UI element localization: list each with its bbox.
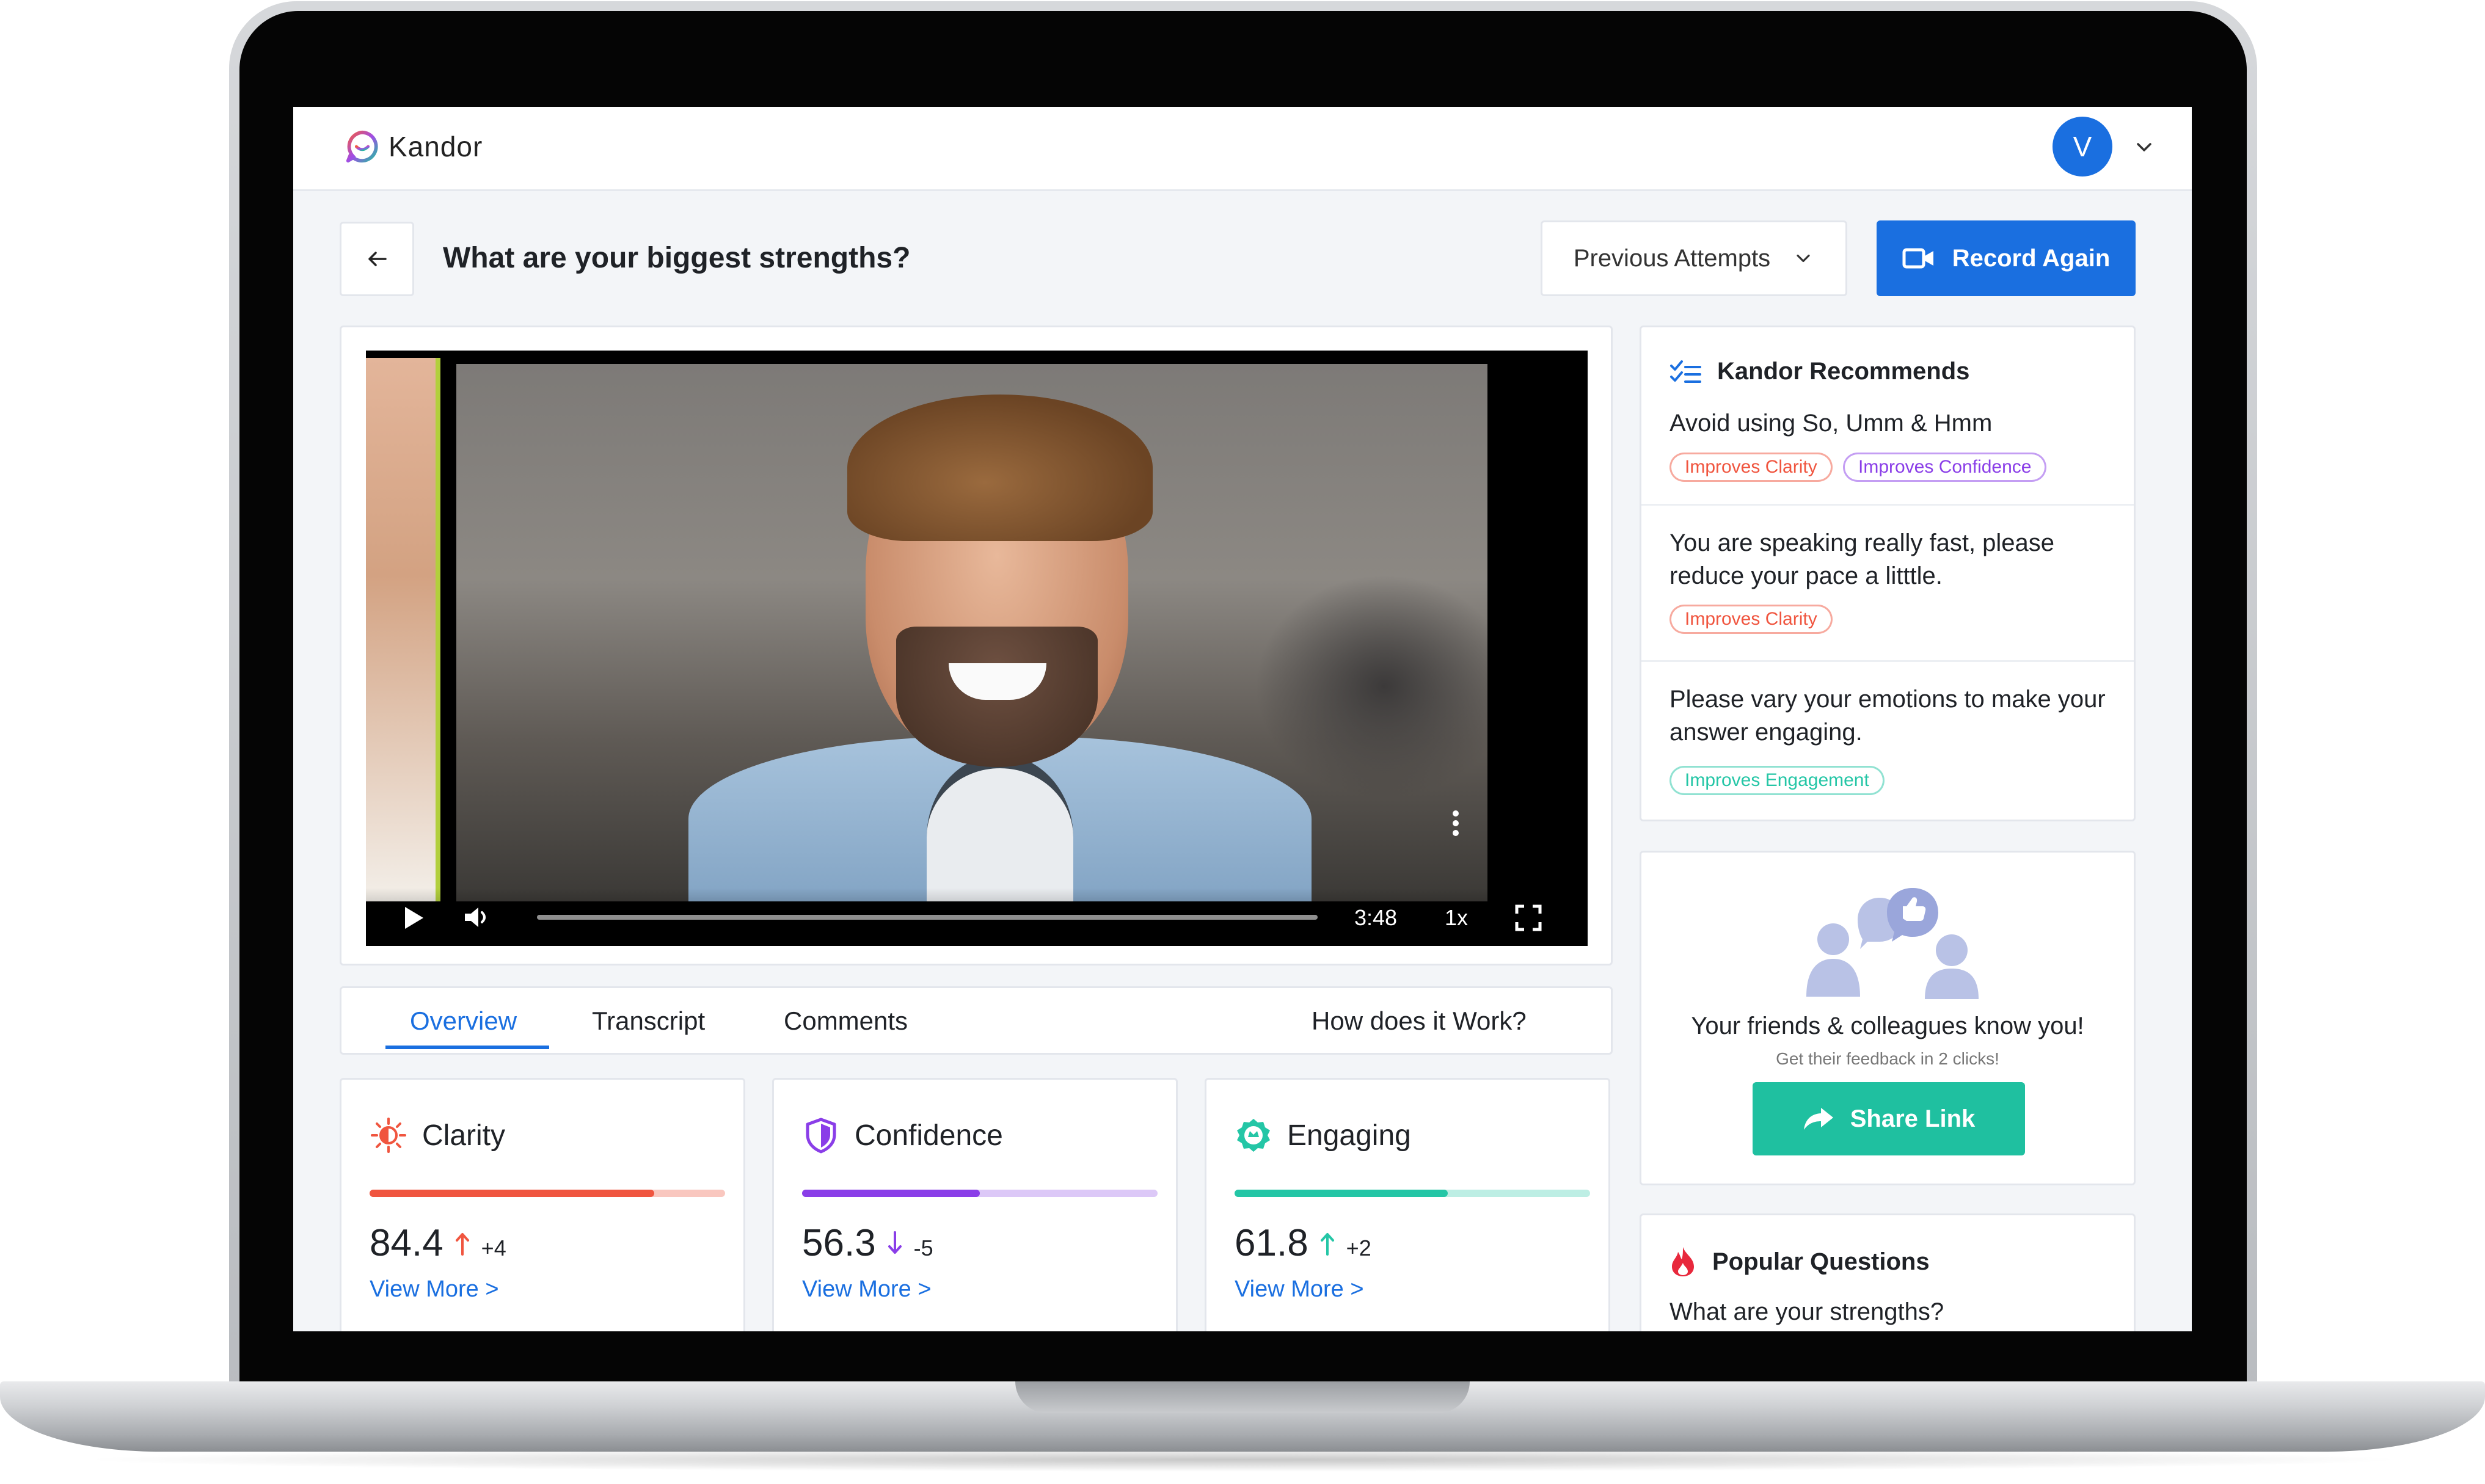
popular-questions-card: Popular Questions What are your strength… [1640, 1213, 2136, 1331]
video-side-frame [366, 358, 440, 901]
tag-pill: Improves Clarity [1669, 453, 1833, 482]
metric-score: 61.8 [1235, 1222, 1308, 1264]
metric-bar [802, 1190, 1158, 1197]
laptop-notch [1015, 1381, 1470, 1413]
previous-attempts-dropdown[interactable]: Previous Attempts [1541, 220, 1847, 296]
chevron-down-icon[interactable] [2132, 135, 2156, 159]
play-icon[interactable] [403, 906, 425, 930]
metric-bar-fill [1235, 1190, 1448, 1197]
recommendation-item: Please vary your emotions to make your a… [1641, 662, 2134, 820]
app-name: Kandor [389, 131, 483, 162]
record-again-label: Record Again [1952, 244, 2111, 272]
active-tab-indicator [385, 1046, 549, 1049]
metric-name: Engaging [1287, 1119, 1411, 1152]
video-camera-icon [1902, 248, 1933, 269]
share-arrow-icon [1803, 1108, 1833, 1130]
popular-questions-title: Popular Questions [1712, 1248, 1930, 1275]
fire-icon [1672, 1247, 1694, 1276]
volume-icon[interactable] [464, 905, 493, 929]
metric-name: Clarity [422, 1119, 506, 1152]
metric-score: 84.4 [370, 1222, 443, 1264]
metric-delta: +4 [481, 1235, 506, 1260]
recommendations-card: Kandor Recommends Avoid using So, Umm & … [1640, 326, 2136, 821]
previous-attempts-label: Previous Attempts [1573, 244, 1771, 272]
trend-up-icon [455, 1233, 469, 1256]
video-frame-person [456, 364, 1487, 901]
popular-question-item[interactable]: What are your strengths? [1669, 1298, 1944, 1326]
metric-bar [370, 1190, 725, 1197]
record-again-button[interactable]: Record Again [1877, 220, 2136, 296]
share-link-label: Share Link [1850, 1105, 1976, 1132]
video-player[interactable]: 3:48 1x [366, 351, 1588, 946]
trend-up-icon [1320, 1233, 1334, 1256]
metric-card-confidence: Confidence 56.3 -5 View More > [772, 1078, 1178, 1331]
tag-pill: Improves Clarity [1669, 605, 1833, 634]
trend-down-icon [888, 1231, 902, 1254]
video-time: 3:48 [1354, 905, 1398, 930]
fullscreen-icon[interactable] [1514, 904, 1542, 932]
clarity-icon [371, 1118, 406, 1153]
recommendation-item: You are speaking really fast, please red… [1641, 506, 2134, 662]
metric-card-clarity: Clarity 84.4 +4 View More > [340, 1078, 745, 1331]
metric-name: Confidence [855, 1119, 1003, 1152]
tab-overview[interactable]: Overview [410, 1006, 517, 1036]
video-controls: 3:48 1x [366, 888, 1588, 946]
metric-delta: -5 [913, 1235, 933, 1260]
metric-bar-fill [802, 1190, 980, 1197]
tab-how-does-it-work[interactable]: How does it Work? [1312, 1006, 1527, 1036]
arrow-left-icon [368, 252, 387, 266]
kandor-logo-icon [346, 130, 378, 163]
recommendation-text: Avoid using So, Umm & Hmm [1669, 410, 1993, 437]
top-bar: Kandor V [293, 107, 2192, 191]
person-hair [847, 395, 1153, 541]
recommendation-item: Avoid using So, Umm & Hmm Improves Clari… [1641, 327, 2134, 506]
shield-icon [806, 1118, 836, 1154]
recommendation-text: You are speaking really fast, please red… [1669, 529, 2055, 589]
tab-transcript[interactable]: Transcript [592, 1006, 705, 1036]
metric-bar-fill [370, 1190, 654, 1197]
app-screen: Kandor V What are your biggest strengths… [293, 107, 2192, 1331]
share-subtitle: Get their feedback in 2 clicks! [1776, 1049, 1999, 1068]
more-options-icon[interactable] [1452, 810, 1459, 837]
back-button[interactable] [340, 222, 414, 296]
friends-feedback-illustration-icon [1806, 888, 1979, 999]
share-link-button[interactable]: Share Link [1753, 1082, 2025, 1155]
view-more-link[interactable]: View More > [370, 1276, 499, 1303]
metric-score: 56.3 [802, 1222, 876, 1264]
user-avatar[interactable]: V [2053, 117, 2112, 176]
engaging-badge-icon [1237, 1119, 1270, 1152]
chevron-down-icon [1797, 254, 1810, 263]
metric-card-engaging: Engaging 61.8 +2 View More > [1205, 1078, 1610, 1331]
tab-bar: Overview Transcript Comments How does it… [340, 986, 1613, 1055]
metric-bar [1235, 1190, 1590, 1197]
share-title: Your friends & colleagues know you! [1691, 1013, 2084, 1039]
tag-pill: Improves Engagement [1669, 766, 1885, 795]
metric-delta: +2 [1346, 1235, 1371, 1260]
app-logo[interactable]: Kandor [345, 129, 483, 164]
share-feedback-card: Your friends & colleagues know you! Get … [1640, 851, 2136, 1185]
tab-comments[interactable]: Comments [784, 1006, 908, 1036]
video-card: 3:48 1x [340, 326, 1613, 966]
playback-speed[interactable]: 1x [1445, 905, 1468, 931]
tag-pill: Improves Confidence [1843, 453, 2047, 482]
view-more-link[interactable]: View More > [802, 1276, 932, 1303]
recommendation-text: Please vary your emotions to make your a… [1669, 686, 2106, 746]
view-more-link[interactable]: View More > [1235, 1276, 1364, 1303]
video-progress-track[interactable] [537, 915, 1318, 920]
question-title: What are your biggest strengths? [443, 242, 911, 274]
